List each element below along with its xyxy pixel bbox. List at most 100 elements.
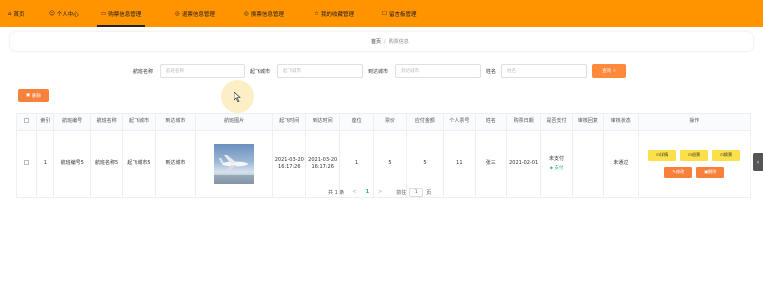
cell-flight-no: 航班编号5 [53, 130, 91, 198]
bulk-delete-label: 删除 [32, 93, 42, 99]
bulk-delete-button[interactable]: ▣ 删除 [18, 89, 49, 102]
edit-button[interactable]: ✎ 修改 [664, 167, 693, 178]
nav-item-favorites[interactable]: ☆ 我的收藏管理 [314, 0, 354, 27]
goto-label: 前往 [396, 189, 407, 196]
nav-item-label: 退票信息管理 [181, 11, 215, 18]
top-nav-bar: ⌂ 首页 ☺ 个人中心 ▭ 购票信息管理 ◎ 退票信息管理 ◎ 换票信息管理 ☆ 我的收藏管… [0, 0, 763, 27]
edit-button-label: 修改 [675, 169, 685, 175]
delete-button[interactable]: ▣ 删除 [696, 167, 725, 178]
pagination-total: 共 1 条 [328, 189, 345, 196]
name-label: 姓名 [486, 69, 497, 75]
arrival-city-input[interactable]: 到达城市 [395, 64, 481, 78]
column-header: 审核状态 [603, 113, 639, 131]
row-checkbox[interactable] [15, 130, 38, 198]
page-suffix: 页 [426, 189, 432, 196]
exchange-button-label: 换票 [723, 152, 733, 158]
name-input[interactable]: 姓名 [501, 64, 587, 78]
nav-item-exchange[interactable]: ◎ 换票信息管理 [244, 0, 284, 27]
column-header: 起飞城市 [122, 113, 156, 131]
side-collapse-tab[interactable]: ‹ [753, 153, 763, 171]
user-icon: ☺ [49, 10, 55, 17]
nav-item-ticket-purchase[interactable]: ▭ 购票信息管理 [96, 0, 146, 27]
nav-item-label: 换票信息管理 [250, 11, 284, 18]
cell-index: 1 [36, 130, 55, 198]
column-header: 审核回复 [571, 113, 605, 131]
message-icon: ☐ [382, 10, 387, 17]
nav-item-label: 个人中心 [56, 11, 79, 18]
column-header: 航班图片 [195, 113, 274, 131]
exchange-button[interactable]: ⊡ 换票 [712, 150, 741, 161]
current-page-number[interactable]: 1 [366, 189, 369, 195]
cell-flight-image [195, 130, 274, 198]
airplane-image[interactable] [214, 144, 255, 184]
select-all-checkbox[interactable] [15, 113, 38, 131]
detail-button[interactable]: ⊡ 详情 [648, 150, 677, 161]
breadcrumb: 首页 / 购票信息 [371, 32, 409, 51]
detail-button-label: 详情 [659, 152, 669, 158]
trash-icon: ▣ [25, 93, 31, 98]
cell-review-status: 未通过 [603, 130, 639, 198]
breadcrumb-current: 购票信息 [388, 39, 409, 45]
cell-purchase-date: 2021-02-01 [505, 130, 542, 198]
row-actions: ⊡ 详情 ⊡ 退票 ⊡ 换票 ✎ 修改 ▣ 删除 [639, 150, 751, 178]
search-icon: ⌕ [613, 69, 616, 74]
query-button-label: 查询 [602, 69, 612, 74]
nav-item-message-board[interactable]: ☐ 留言板管理 [382, 0, 416, 27]
pagination: 共 1 条 < 1 > 前往 1 页 [328, 187, 431, 197]
flight-name-input[interactable]: 航班名称 [160, 64, 245, 78]
nav-item-label: 购票信息管理 [108, 11, 142, 18]
paid-status-text: 未支付 [549, 155, 565, 162]
pay-link[interactable]: ◈ 支付 [541, 166, 571, 173]
flight-name-label: 航班名称 [133, 69, 154, 75]
column-header: 是否支付 [540, 113, 573, 131]
cell-departure-city: 起飞城市5 [122, 130, 156, 198]
arrival-city-label: 到达城市 [368, 69, 389, 75]
column-header: 应付金额 [405, 113, 445, 131]
departure-city-label: 起飞城市 [250, 69, 271, 75]
pay-link-label: 支付 [554, 165, 564, 171]
cell-flight-name: 航班名称5 [89, 130, 124, 198]
query-button[interactable]: 查询 ⌕ [592, 64, 626, 78]
column-header: 购票日期 [505, 113, 542, 131]
delete-button-label: 删除 [708, 169, 717, 175]
column-header: 姓名 [474, 113, 507, 131]
column-header: 到达时间 [305, 113, 340, 131]
prev-page-button[interactable]: < [352, 189, 356, 195]
cell-arrival-city: 到达城市 [154, 130, 197, 198]
refund-button[interactable]: ⊡ 退票 [680, 150, 709, 161]
cell-paid-status: 未支付 ◈ 支付 [540, 130, 573, 198]
cell-depart-time: 2021-03-20 16:17:26 [272, 130, 307, 198]
cell-ticket-no: 11 [443, 130, 476, 198]
nav-item-personal-center[interactable]: ☺ 个人中心 [49, 0, 79, 27]
breadcrumb-separator: / [384, 38, 386, 45]
table-header-row: 索引 航班编号 航班名称 起飞城市 到达城市 航班图片 起飞时间 到达时间 座位… [15, 113, 751, 131]
column-header: 航班名称 [89, 113, 124, 131]
ticket-table: 索引 航班编号 航班名称 起飞城市 到达城市 航班图片 起飞时间 到达时间 座位… [15, 113, 751, 198]
breadcrumb-bar: 首页 / 购票信息 [10, 32, 753, 51]
column-header: 航班编号 [53, 113, 91, 131]
column-header: 操作 [637, 113, 751, 131]
nav-item-label: 首页 [13, 11, 25, 18]
mouse-pointer-icon [234, 92, 241, 102]
nav-item-label: 留言板管理 [388, 11, 417, 18]
next-page-button[interactable]: > [378, 189, 382, 195]
exchange-icon: ◎ [244, 10, 249, 17]
column-header: 座位 [338, 113, 375, 131]
nav-item-label: 我的收藏管理 [320, 11, 354, 18]
cell-actions: ⊡ 详情 ⊡ 退票 ⊡ 换票 ✎ 修改 ▣ 删除 [637, 130, 751, 198]
home-icon: ⌂ [8, 10, 12, 17]
column-header: 起飞时间 [272, 113, 307, 131]
nav-item-refund[interactable]: ◎ 退票信息管理 [175, 0, 215, 27]
cell-review-reply [571, 130, 605, 198]
refund-icon: ◎ [175, 10, 180, 17]
column-header: 索引 [36, 113, 55, 131]
column-header: 票价 [373, 113, 407, 131]
departure-city-input[interactable]: 起飞城市 [277, 64, 363, 78]
ticket-icon: ▭ [101, 10, 107, 17]
nav-item-home[interactable]: ⌂ 首页 [8, 0, 25, 27]
cell-name: 张三 [474, 130, 507, 198]
star-icon: ☆ [314, 10, 319, 17]
goto-page-input[interactable]: 1 [409, 187, 424, 197]
breadcrumb-home[interactable]: 首页 [371, 38, 381, 45]
column-header: 个人票号 [443, 113, 476, 131]
